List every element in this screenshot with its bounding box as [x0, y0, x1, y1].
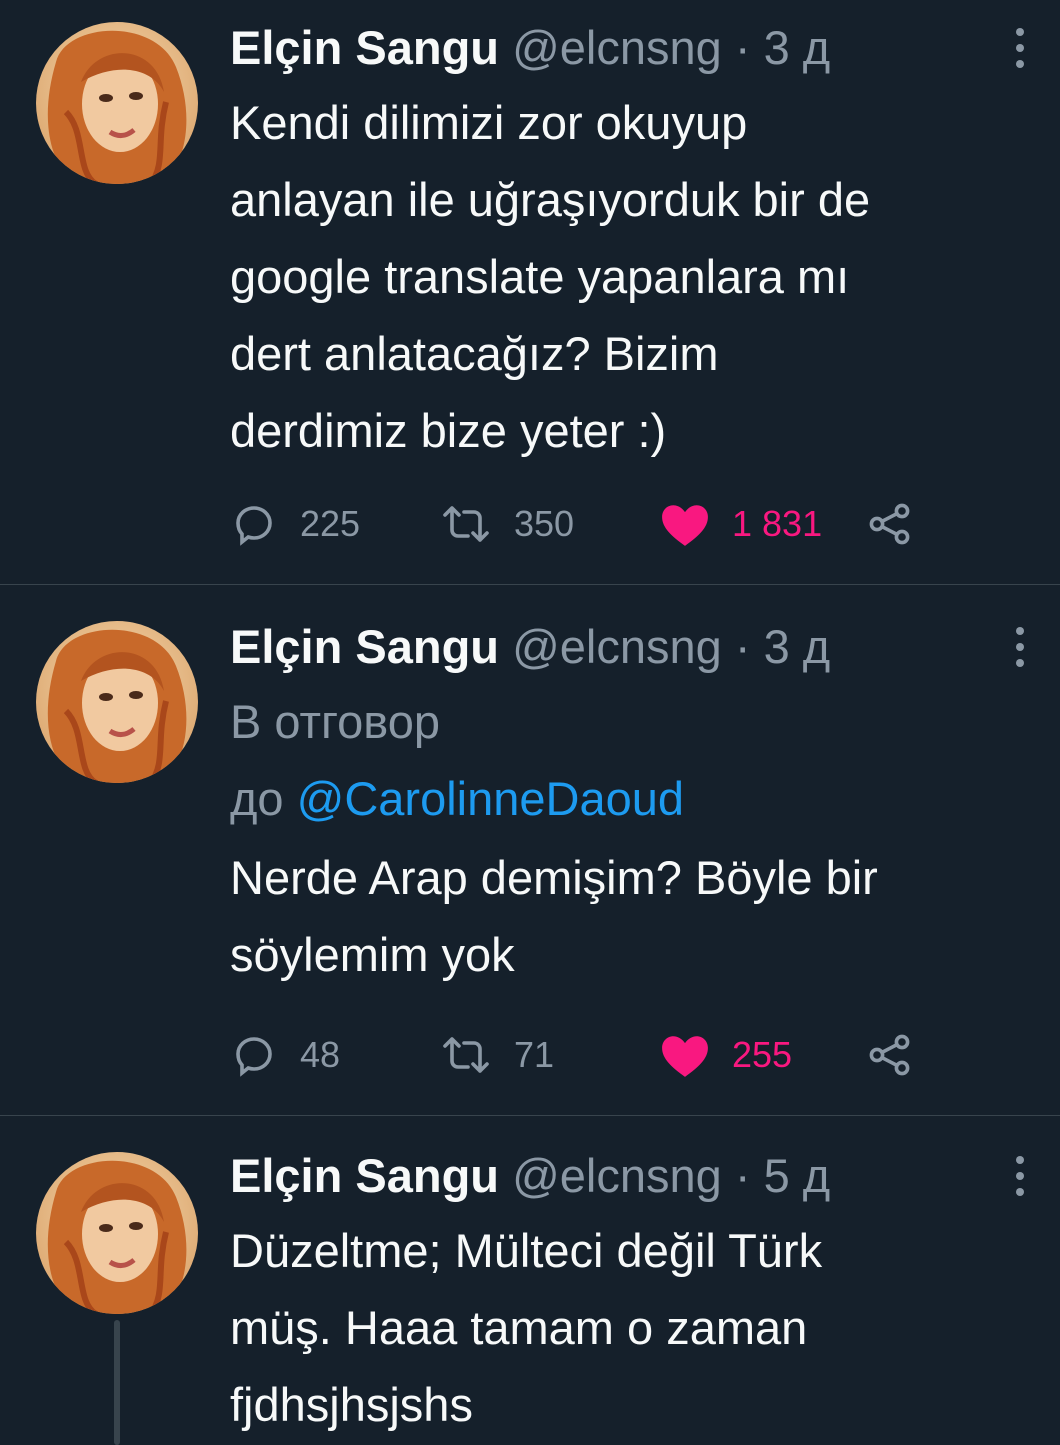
share-icon	[869, 503, 910, 545]
reply-count: 225	[300, 503, 361, 544]
timestamp[interactable]: 3 д	[764, 21, 831, 74]
reply-button[interactable]: 48	[230, 1025, 340, 1085]
thread-line	[114, 1320, 120, 1445]
tweet-header: Elçin Sangu @elcnsng · 3 д	[230, 20, 830, 76]
tweet[interactable]: Elçin Sangu @elcnsng · 3 д Kendi dilimiz…	[0, 0, 1060, 584]
tweet-text: Kendi dilimizi zor okuyup anlayan ile uğ…	[230, 96, 871, 457]
heart-icon	[662, 505, 708, 546]
more-vertical-icon[interactable]	[1005, 26, 1035, 70]
like-button[interactable]: 255	[660, 1025, 792, 1085]
separator-dot: ·	[734, 1149, 751, 1202]
tweet-text: Düzeltme; Mülteci değil Türk müş. Haaa t…	[230, 1224, 823, 1431]
timestamp[interactable]: 3 д	[764, 620, 831, 673]
author-handle[interactable]: @elcnsng	[512, 1149, 722, 1202]
mention-link[interactable]: @CarolinneDaoud	[297, 772, 684, 825]
tweet[interactable]: Elçin Sangu @elcnsng · 5 д Düzeltme; Mül…	[0, 1116, 1060, 1445]
reply-label: В отговор	[230, 695, 441, 748]
like-count: 255	[732, 1034, 793, 1075]
retweet-button[interactable]: 350	[440, 494, 574, 554]
retweet-count: 350	[514, 503, 575, 544]
reply-icon	[236, 506, 272, 546]
avatar[interactable]	[36, 1152, 198, 1314]
like-button[interactable]: 1 831	[660, 494, 822, 554]
more-vertical-icon[interactable]	[1005, 1154, 1035, 1198]
separator-dot: ·	[734, 620, 751, 673]
reply-count: 48	[300, 1034, 341, 1075]
avatar[interactable]	[36, 22, 198, 184]
tweet-actions: 48 71 255	[230, 1025, 990, 1085]
reply-button[interactable]: 225	[230, 494, 360, 554]
tweet-text: Nerde Arap demişim? Böyle bir söylemim y…	[230, 851, 878, 981]
tweet[interactable]: Elçin Sangu @elcnsng · 3 д В отговор до …	[0, 585, 1060, 1115]
author-handle[interactable]: @elcnsng	[512, 21, 722, 74]
author-name[interactable]: Elçin Sangu	[230, 620, 499, 673]
like-count: 1 831	[732, 503, 823, 544]
tweet-actions: 225 350 1 831	[230, 494, 990, 554]
retweet-icon	[443, 506, 489, 542]
share-button[interactable]	[866, 494, 914, 554]
tweet-header: Elçin Sangu @elcnsng · 3 д	[230, 619, 830, 675]
tweet-header: Elçin Sangu @elcnsng · 5 д	[230, 1148, 830, 1204]
heart-icon	[662, 1036, 708, 1077]
timestamp[interactable]: 5 д	[764, 1149, 831, 1202]
reply-to-prefix: до	[230, 772, 284, 825]
reply-to-line: до @CarolinneDaoud	[230, 760, 684, 837]
retweet-icon	[443, 1037, 489, 1073]
share-icon	[869, 1034, 910, 1076]
retweet-count: 71	[514, 1034, 555, 1075]
separator-dot: ·	[734, 21, 751, 74]
more-vertical-icon[interactable]	[1005, 625, 1035, 669]
retweet-button[interactable]: 71	[440, 1025, 554, 1085]
author-name[interactable]: Elçin Sangu	[230, 1149, 499, 1202]
avatar[interactable]	[36, 621, 198, 783]
reply-icon	[236, 1037, 272, 1077]
author-name[interactable]: Elçin Sangu	[230, 21, 499, 74]
share-button[interactable]	[866, 1025, 914, 1085]
author-handle[interactable]: @elcnsng	[512, 620, 722, 673]
